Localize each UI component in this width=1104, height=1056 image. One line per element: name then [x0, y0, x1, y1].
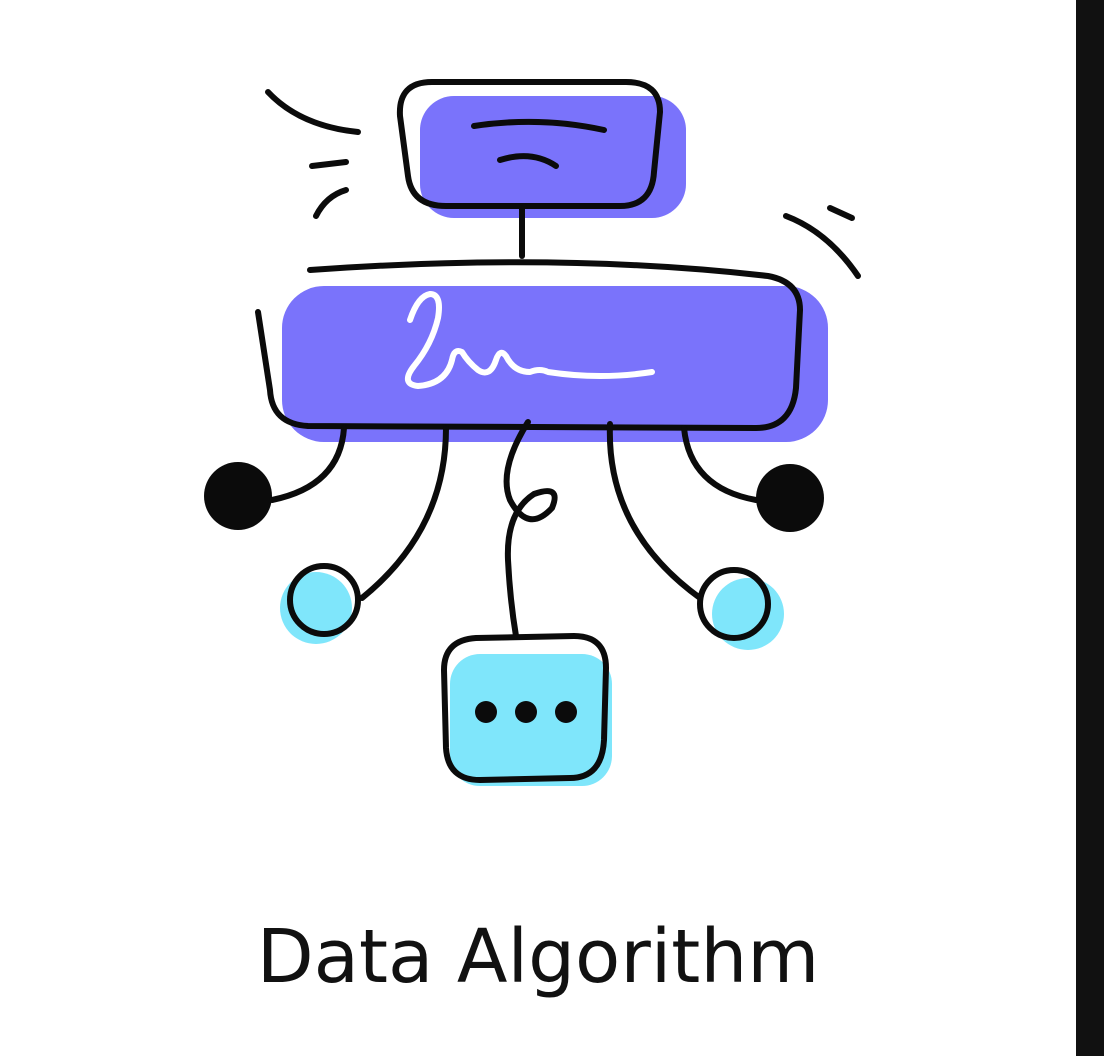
ellipsis-dot-icon: [515, 701, 537, 723]
circle-node-right-icon: [697, 567, 784, 650]
ellipsis-dot-icon: [475, 701, 497, 723]
circle-node-left-icon: [280, 563, 361, 644]
dot-node-left-icon: [204, 462, 272, 530]
motion-lines-left-icon: [265, 89, 361, 219]
image-canvas: Data Algorithm: [0, 0, 1104, 1056]
caption-title: Data Algorithm: [256, 914, 820, 1000]
right-edge-bar: [1076, 0, 1104, 1056]
top-node-icon: [396, 79, 686, 259]
main-bar-icon: [255, 259, 828, 442]
data-algorithm-icon: [204, 79, 861, 786]
chat-bubble-icon: [441, 633, 612, 786]
ellipsis-dot-icon: [555, 701, 577, 723]
motion-lines-right-icon: [783, 205, 861, 279]
dot-node-right-icon: [756, 464, 824, 532]
